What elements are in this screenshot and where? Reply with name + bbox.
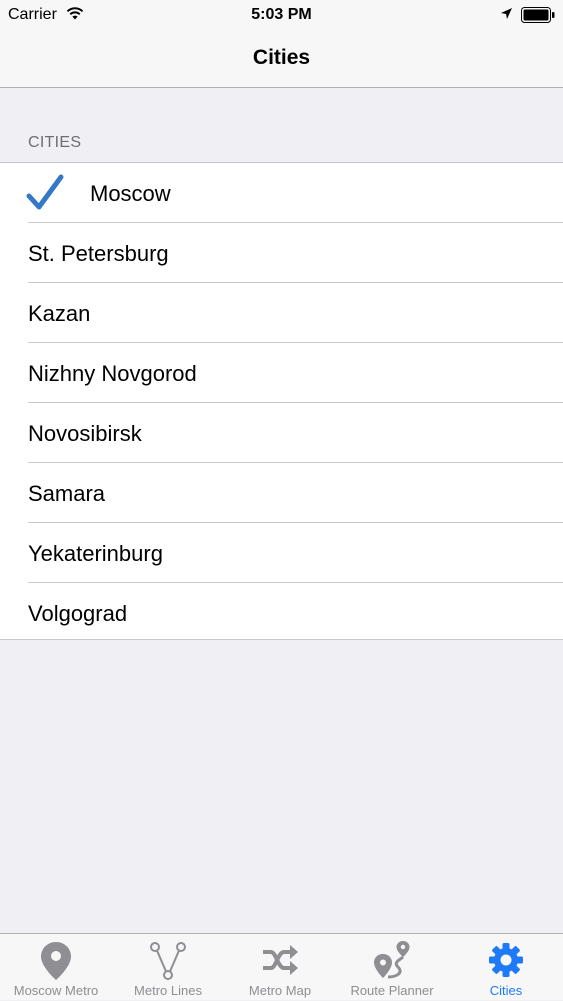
battery-icon (521, 7, 555, 23)
gear-icon (489, 943, 523, 977)
city-label: Kazan (28, 301, 91, 326)
tab-cities[interactable]: Cities (450, 934, 562, 1001)
city-row-novosibirsk[interactable]: Novosibirsk (0, 403, 563, 463)
tab-label: Moscow Metro (13, 983, 99, 998)
shuffle-icon (263, 945, 298, 975)
city-label: Volgograd (28, 601, 128, 626)
status-bar: Carrier 5:03 PM (0, 0, 563, 30)
status-time: 5:03 PM (251, 6, 312, 23)
city-row-samara[interactable]: Samara (0, 463, 563, 523)
page-title: Cities (252, 46, 311, 69)
route-planner-icon (374, 941, 410, 979)
tab-metro-lines[interactable]: Metro Lines (112, 934, 224, 1001)
city-label: Moscow (90, 181, 171, 206)
tab-moscow-metro[interactable]: Moscow Metro (0, 934, 112, 1001)
city-label: Yekaterinburg (28, 541, 163, 566)
section-header: CITIES (28, 134, 82, 151)
city-row-volgograd[interactable]: Volgograd (0, 583, 563, 643)
city-row-kazan[interactable]: Kazan (0, 283, 563, 343)
tab-label: Metro Lines (134, 983, 202, 998)
tab-route-planner[interactable]: Route Planner (336, 934, 448, 1001)
city-row-nizhny-novgorod[interactable]: Nizhny Novgorod (0, 343, 563, 403)
city-row-moscow[interactable]: Moscow (0, 163, 563, 223)
navigation-bar: Cities (0, 30, 563, 88)
tab-label: Route Planner (350, 983, 434, 998)
checkmark-icon (26, 174, 64, 210)
city-label: Samara (28, 481, 106, 506)
tab-label: Metro Map (248, 983, 312, 998)
tab-label: Cities (489, 983, 523, 998)
city-label: Nizhny Novgorod (28, 361, 197, 386)
tab-metro-map[interactable]: Metro Map (224, 934, 336, 1001)
metro-lines-icon (150, 942, 186, 980)
city-list: Moscow St. Petersburg Kazan Nizhny Novgo… (0, 162, 563, 640)
city-row-yekaterinburg[interactable]: Yekaterinburg (0, 523, 563, 583)
city-label: Novosibirsk (28, 421, 142, 446)
map-pin-icon (41, 942, 71, 980)
city-label: St. Petersburg (28, 241, 169, 266)
tab-bar: Moscow Metro Metro Lines Metro Map Route (0, 933, 563, 1000)
location-arrow-icon (501, 8, 512, 19)
city-row-st-petersburg[interactable]: St. Petersburg (0, 223, 563, 283)
